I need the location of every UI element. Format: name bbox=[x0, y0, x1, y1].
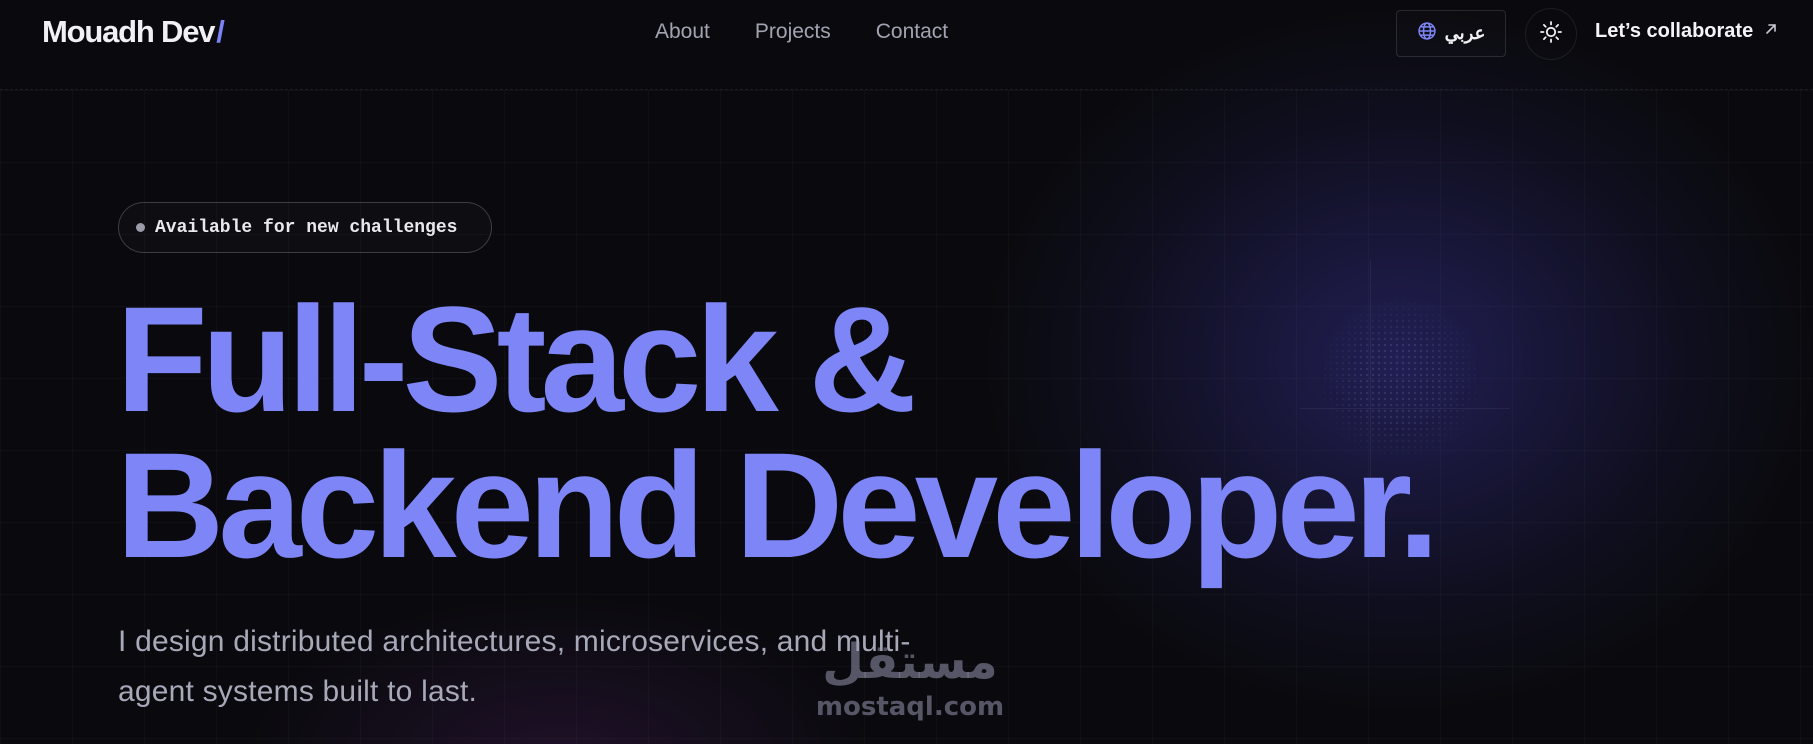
subtitle-line-1: I design distributed architectures, micr… bbox=[118, 625, 911, 658]
subtitle-line-2: agent systems built to last. bbox=[118, 675, 478, 708]
language-button[interactable]: عربي bbox=[1396, 10, 1506, 57]
hero-headline: Full-Stack & Backend Developer. bbox=[116, 275, 1440, 589]
logo[interactable]: Mouadh Dev/ bbox=[42, 14, 225, 50]
status-dot bbox=[136, 223, 145, 232]
hero-subtitle: I design distributed architectures, micr… bbox=[118, 617, 1038, 717]
page: Mouadh Dev/ About Projects Contact عربي bbox=[0, 0, 1813, 744]
main-nav: About Projects Contact bbox=[655, 20, 948, 44]
globe-icon bbox=[1417, 21, 1437, 46]
availability-badge: Available for new challenges bbox=[118, 202, 492, 253]
headline-line-1: Full-Stack & bbox=[116, 275, 917, 443]
arrow-up-right-icon bbox=[1763, 20, 1779, 43]
logo-slash: / bbox=[216, 14, 225, 49]
logo-text: Mouadh Dev bbox=[42, 14, 215, 49]
collaborate-label: Let’s collaborate bbox=[1595, 20, 1754, 42]
language-label: عربي bbox=[1444, 23, 1486, 43]
sun-icon bbox=[1539, 20, 1563, 49]
nav-link-contact[interactable]: Contact bbox=[876, 20, 948, 44]
headline-line-2: Backend Developer. bbox=[116, 421, 1440, 589]
nav-link-about[interactable]: About bbox=[655, 20, 710, 44]
badge-text: Available for new challenges bbox=[155, 217, 458, 238]
theme-toggle-button[interactable] bbox=[1525, 8, 1577, 60]
site-header: Mouadh Dev/ About Projects Contact عربي bbox=[0, 0, 1813, 90]
collaborate-link[interactable]: Let’s collaborate bbox=[1595, 20, 1779, 43]
nav-link-projects[interactable]: Projects bbox=[755, 20, 831, 44]
